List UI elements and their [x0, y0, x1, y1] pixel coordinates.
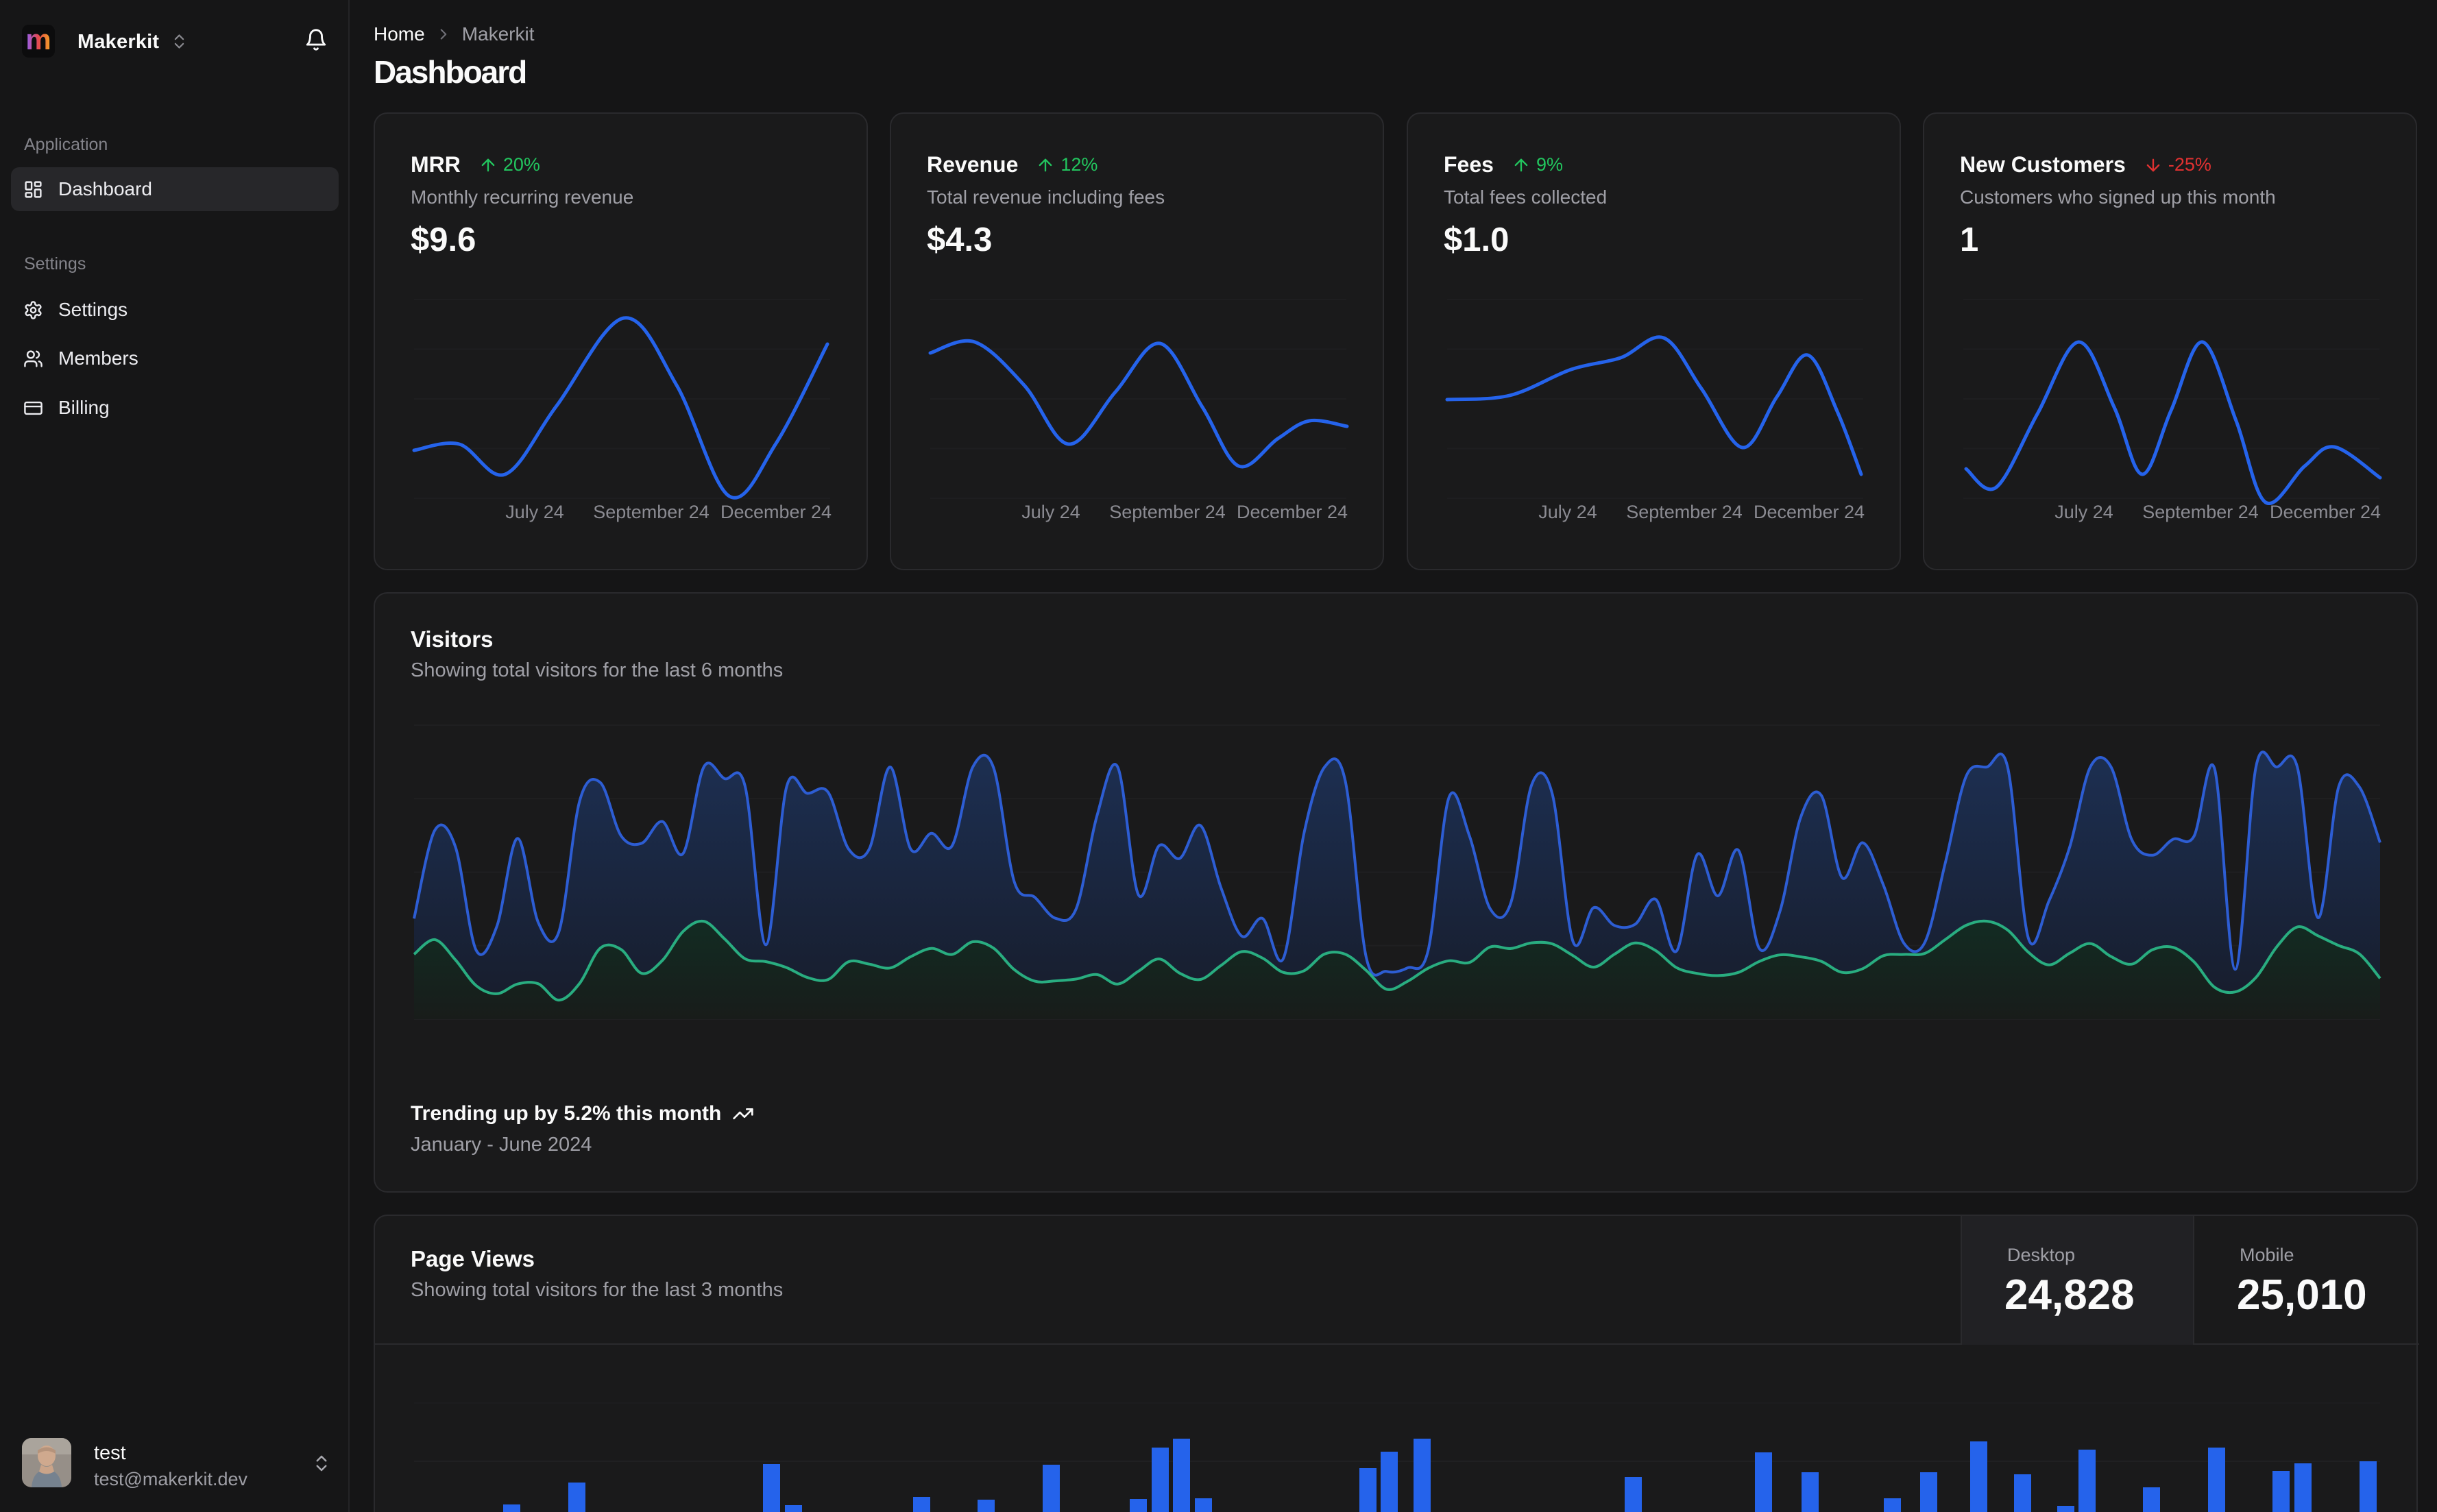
svg-text:m: m	[25, 25, 51, 56]
